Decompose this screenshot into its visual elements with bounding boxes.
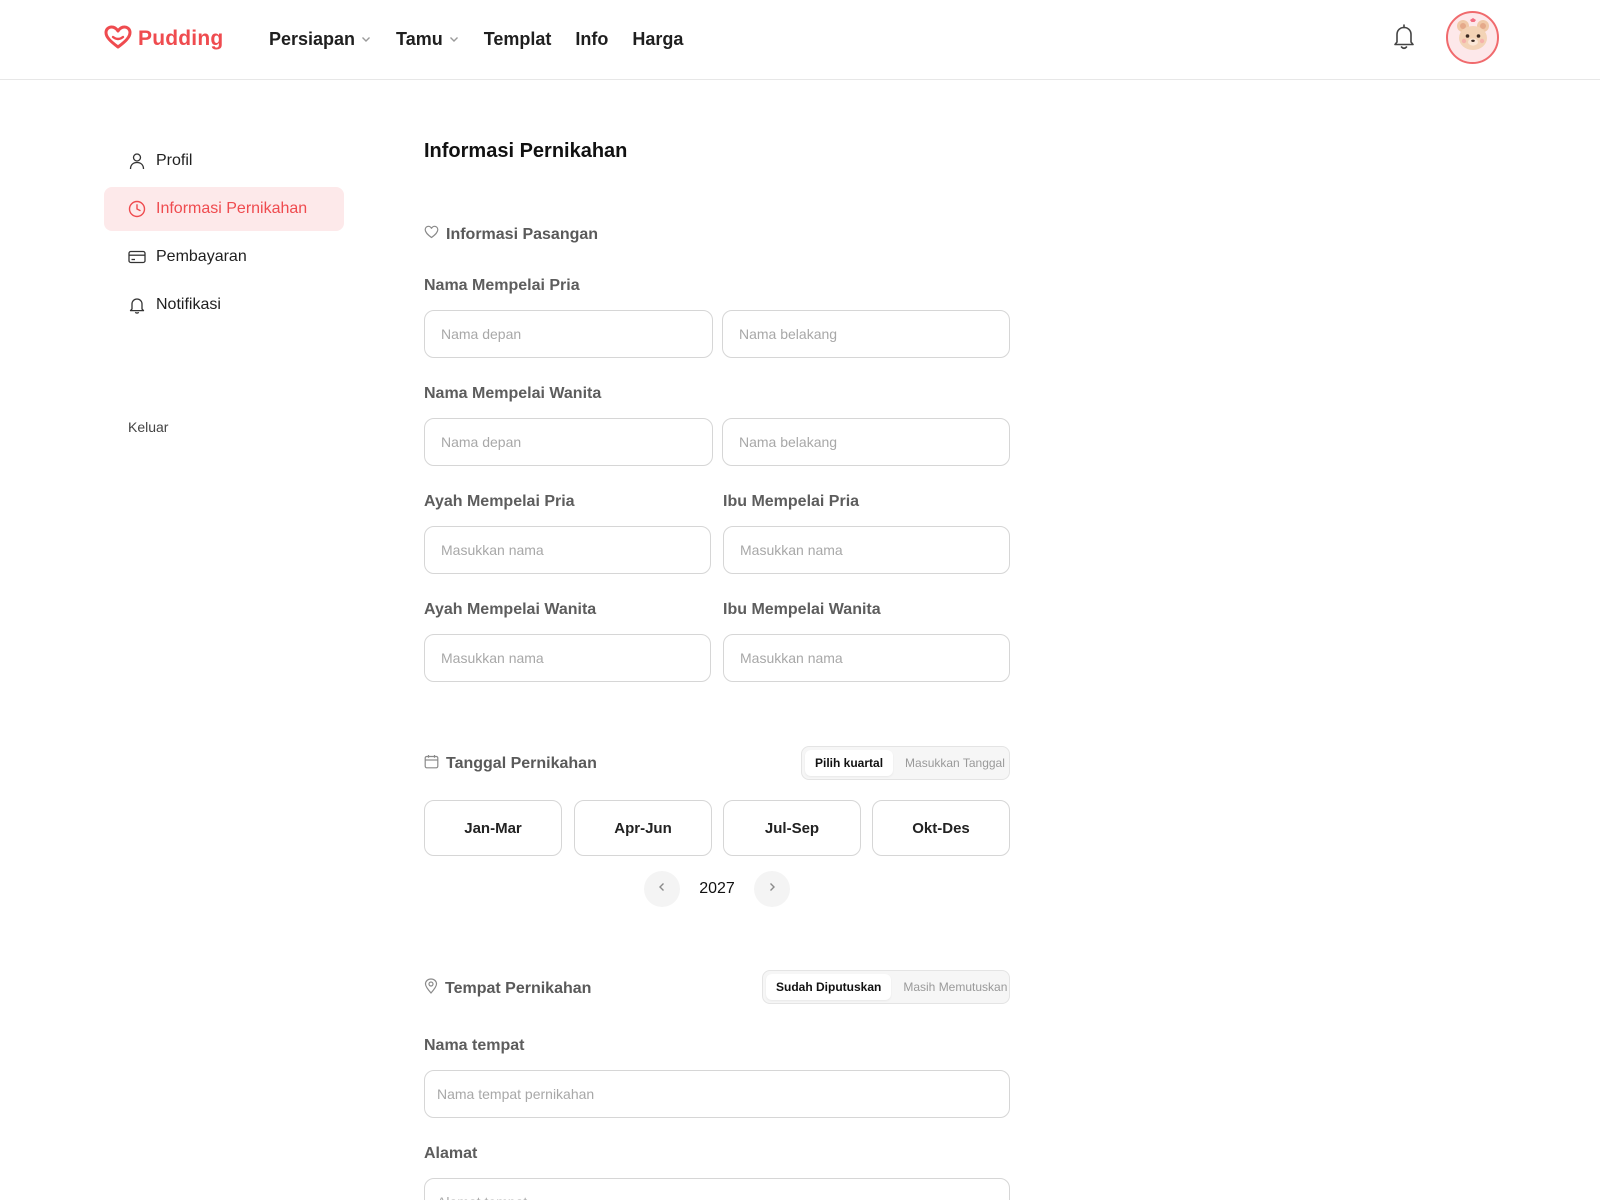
groom-last-name-input[interactable] [722, 310, 1010, 358]
user-icon [128, 152, 146, 170]
venue-mode-toggle: Sudah Diputuskan Masih Memutuskan [762, 970, 1010, 1004]
sidebar-item-label: Pembayaran [156, 248, 247, 265]
quarter-option-jul-sep[interactable]: Jul-Sep [723, 800, 861, 856]
sidebar-item-label: Informasi Pernikahan [156, 200, 308, 217]
nav-templat[interactable]: Templat [484, 29, 552, 50]
calendar-icon [424, 754, 439, 774]
address-label: Alamat [424, 1145, 478, 1162]
heart-logo-icon [104, 25, 132, 54]
top-header: Pudding Persiapan Tamu Templat Info Harg… [0, 0, 1600, 80]
groom-name-label: Nama Mempelai Pria [424, 277, 580, 294]
heart-icon [424, 225, 439, 244]
year-selector: 2027 [644, 871, 790, 907]
brand-name: Pudding [138, 27, 224, 50]
quarter-option-jan-mar[interactable]: Jan-Mar [424, 800, 562, 856]
logout-link[interactable]: Keluar [128, 419, 168, 435]
credit-card-icon [128, 248, 146, 266]
bride-mother-input[interactable] [723, 634, 1010, 682]
nav-label: Templat [483, 28, 552, 49]
nav-label: Persiapan [269, 28, 356, 49]
chevron-right-icon [766, 880, 778, 898]
bear-avatar-icon [1453, 15, 1493, 60]
nav-label: Harga [632, 28, 684, 49]
nav-label: Tamu [396, 28, 443, 49]
groom-first-name-input[interactable] [424, 310, 713, 358]
groom-mother-input[interactable] [723, 526, 1010, 574]
address-input[interactable] [424, 1178, 1010, 1200]
quarter-option-apr-jun[interactable]: Apr-Jun [574, 800, 712, 856]
bride-mother-label: Ibu Mempelai Wanita [723, 601, 881, 618]
date-mode-toggle: Pilih kuartal Masukkan Tanggal [801, 746, 1010, 780]
chevron-down-icon [448, 33, 460, 45]
venue-name-label: Nama tempat [424, 1037, 525, 1054]
section-title: Informasi Pasangan [446, 225, 599, 243]
sidebar-item-notifikasi[interactable]: Notifikasi [104, 283, 344, 327]
bell-icon [1392, 23, 1416, 56]
previous-year-button[interactable] [644, 871, 680, 907]
toggle-masih-memutuskan[interactable]: Masih Memutuskan [893, 974, 1017, 1000]
year-value: 2027 [699, 880, 735, 897]
nav-info[interactable]: Info [575, 29, 608, 50]
chevron-left-icon [656, 880, 668, 898]
nav-harga[interactable]: Harga [632, 29, 683, 50]
venue-name-input[interactable] [424, 1070, 1010, 1118]
bell-icon [128, 296, 146, 314]
groom-father-label: Ayah Mempelai Pria [424, 493, 575, 510]
page-title: Informasi Pernikahan [424, 140, 628, 162]
bride-last-name-input[interactable] [722, 418, 1010, 466]
bride-father-input[interactable] [424, 634, 711, 682]
quarter-option-okt-des[interactable]: Okt-Des [872, 800, 1010, 856]
groom-father-input[interactable] [424, 526, 711, 574]
date-section-heading: Tanggal Pernikahan [424, 754, 597, 774]
sidebar-item-pembayaran[interactable]: Pembayaran [104, 235, 344, 279]
avatar[interactable] [1446, 11, 1499, 64]
section-title: Tanggal Pernikahan [446, 755, 597, 772]
sidebar-item-label: Profil [156, 152, 193, 169]
sidebar-item-informasi-pernikahan[interactable]: Informasi Pernikahan [104, 187, 344, 231]
next-year-button[interactable] [754, 871, 790, 907]
settings-sidebar: Profil Informasi Pernikahan Pembayaran N… [104, 139, 344, 331]
main-nav: Persiapan Tamu Templat Info Harga [269, 27, 707, 51]
bride-first-name-input[interactable] [424, 418, 713, 466]
toggle-sudah-diputuskan[interactable]: Sudah Diputuskan [766, 974, 892, 1000]
toggle-masukkan-tanggal[interactable]: Masukkan Tanggal [895, 750, 1015, 776]
groom-mother-label: Ibu Mempelai Pria [723, 493, 860, 510]
toggle-pilih-kuartal[interactable]: Pilih kuartal [805, 750, 894, 776]
clock-icon [128, 200, 146, 218]
map-pin-icon [424, 978, 438, 999]
sidebar-item-profil[interactable]: Profil [104, 139, 344, 183]
couple-section-heading: Informasi Pasangan [424, 225, 598, 244]
section-title: Tempat Pernikahan [445, 979, 592, 997]
nav-persiapan[interactable]: Persiapan [269, 29, 372, 50]
bride-father-label: Ayah Mempelai Wanita [424, 601, 597, 618]
nav-label: Info [575, 28, 609, 49]
venue-section-heading: Tempat Pernikahan [424, 978, 591, 999]
notification-button[interactable] [1390, 23, 1418, 56]
bride-name-label: Nama Mempelai Wanita [424, 385, 602, 402]
chevron-down-icon [360, 33, 372, 45]
sidebar-item-label: Notifikasi [156, 296, 221, 313]
brand-logo[interactable]: Pudding [104, 25, 224, 54]
nav-tamu[interactable]: Tamu [396, 29, 460, 50]
